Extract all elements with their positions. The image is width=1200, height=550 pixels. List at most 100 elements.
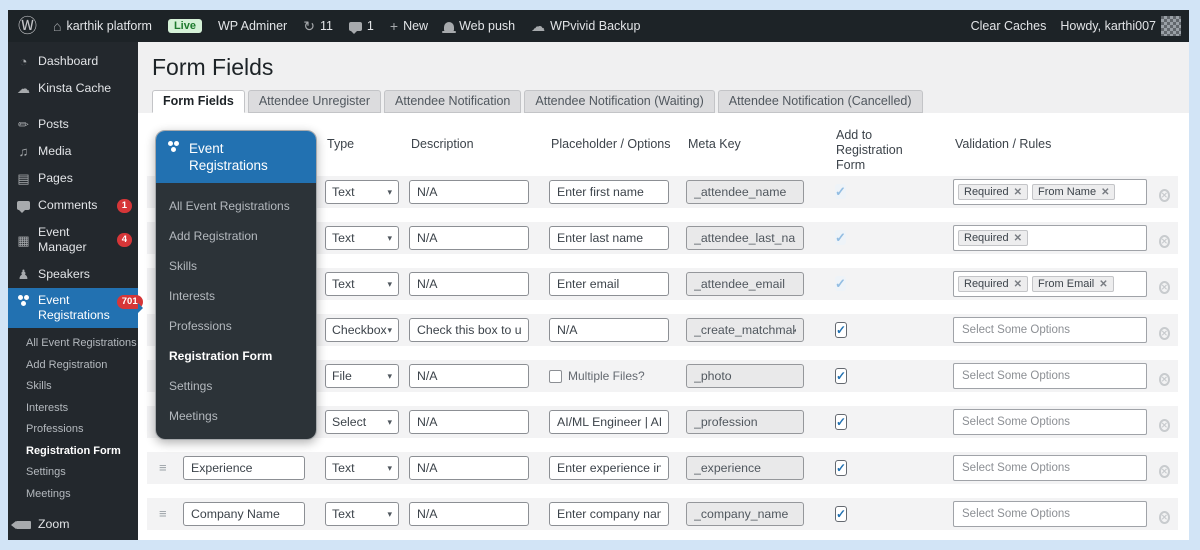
- sidebar-subitem-professions[interactable]: Professions: [8, 419, 138, 441]
- chip-remove-icon[interactable]: ✕: [1014, 279, 1022, 290]
- flyout-item-interests[interactable]: Interests: [156, 281, 316, 311]
- field-placeholder-input[interactable]: [549, 226, 669, 250]
- field-description-input[interactable]: [409, 226, 529, 250]
- sidebar-subitem-all-event-registrations[interactable]: All Event Registrations: [8, 333, 138, 355]
- sidebar-subitem-add-registration[interactable]: Add Registration: [8, 355, 138, 377]
- flyout-item-meetings[interactable]: Meetings: [156, 401, 316, 431]
- chip-remove-icon[interactable]: ✕: [1014, 233, 1022, 244]
- validation-rules-multiselect[interactable]: Required ✕ From Name ✕: [953, 179, 1147, 205]
- wp-adminer-menu[interactable]: WP Adminer: [218, 19, 287, 33]
- field-meta-key-input[interactable]: [686, 180, 804, 204]
- sidebar-item-event-manager[interactable]: ▦ Event Manager 4: [8, 219, 138, 261]
- sidebar-subitem-settings[interactable]: Settings: [8, 462, 138, 484]
- add-to-form-checkbox[interactable]: ✓: [835, 460, 848, 476]
- flyout-item-settings[interactable]: Settings: [156, 371, 316, 401]
- remove-field-button[interactable]: ✕: [1159, 465, 1170, 478]
- field-type-select[interactable]: Text ▾: [325, 180, 399, 204]
- field-type-select[interactable]: Text ▾: [325, 502, 399, 526]
- field-description-input[interactable]: [409, 456, 529, 480]
- validation-rules-multiselect[interactable]: Select Some Options: [953, 501, 1147, 527]
- field-meta-key-input[interactable]: [686, 226, 804, 250]
- field-description-input[interactable]: [409, 502, 529, 526]
- validation-rules-multiselect[interactable]: Select Some Options: [953, 317, 1147, 343]
- validation-rules-multiselect[interactable]: Required ✕ From Email ✕: [953, 271, 1147, 297]
- chip-remove-icon[interactable]: ✕: [1099, 279, 1107, 290]
- field-placeholder-input[interactable]: [549, 318, 669, 342]
- field-meta-key-input[interactable]: [686, 410, 804, 434]
- chip-remove-icon[interactable]: ✕: [1014, 187, 1022, 198]
- wpvivid-backup-menu[interactable]: ☁ WPvivid Backup: [531, 19, 640, 33]
- remove-field-button[interactable]: ✕: [1159, 419, 1170, 432]
- flyout-item-registration-form[interactable]: Registration Form: [156, 341, 316, 371]
- field-placeholder-input[interactable]: [549, 272, 669, 296]
- flyout-item-all-event-registrations[interactable]: All Event Registrations: [156, 191, 316, 221]
- field-type-select[interactable]: File ▾: [325, 364, 399, 388]
- tab-attendee-notification-cancelled[interactable]: Attendee Notification (Cancelled): [717, 90, 923, 113]
- sidebar-item-event-migration[interactable]: ↥Event Migration: [8, 538, 138, 540]
- field-description-input[interactable]: [409, 410, 529, 434]
- sidebar-subitem-interests[interactable]: Interests: [8, 398, 138, 420]
- drag-handle[interactable]: ≡: [159, 506, 167, 521]
- field-description-input[interactable]: [409, 180, 529, 204]
- sidebar-subitem-meetings[interactable]: Meetings: [8, 484, 138, 506]
- sidebar-item-posts[interactable]: ✏ Posts: [8, 111, 138, 138]
- add-to-form-checkbox[interactable]: ✓: [835, 368, 848, 384]
- field-type-select[interactable]: Text ▾: [325, 226, 399, 250]
- field-meta-key-input[interactable]: [686, 456, 804, 480]
- my-account-menu[interactable]: Howdy, karthi007: [1060, 16, 1181, 36]
- field-placeholder-input[interactable]: [549, 502, 669, 526]
- field-meta-key-input[interactable]: [686, 318, 804, 342]
- sidebar-subitem-registration-form[interactable]: Registration Form: [8, 441, 138, 463]
- remove-field-button[interactable]: ✕: [1159, 235, 1170, 248]
- web-push-menu[interactable]: Web push: [442, 19, 515, 33]
- remove-field-button[interactable]: ✕: [1159, 327, 1170, 340]
- add-to-form-checkbox[interactable]: ✓: [835, 322, 848, 338]
- sidebar-item-zoom[interactable]: Zoom: [8, 511, 138, 538]
- chip-remove-icon[interactable]: ✕: [1101, 187, 1109, 198]
- tab-attendee-notification-waiting[interactable]: Attendee Notification (Waiting): [524, 90, 715, 113]
- comments-menu[interactable]: 1: [348, 19, 374, 34]
- field-placeholder-input[interactable]: [549, 180, 669, 204]
- clear-caches-button[interactable]: Clear Caches: [971, 19, 1047, 33]
- field-meta-key-input[interactable]: [686, 502, 804, 526]
- sidebar-item-media[interactable]: ♫ Media: [8, 138, 138, 165]
- sidebar-item-event-registrations[interactable]: Event Registrations 701: [8, 288, 143, 328]
- tab-attendee-notification[interactable]: Attendee Notification: [384, 90, 522, 113]
- new-content-menu[interactable]: + New: [390, 19, 428, 33]
- field-label-input[interactable]: [183, 456, 305, 480]
- wp-logo-menu[interactable]: Ⓦ: [18, 17, 37, 36]
- field-type-select[interactable]: Checkbox ▾: [325, 318, 399, 342]
- field-meta-key-input[interactable]: [686, 364, 804, 388]
- site-name-menu[interactable]: ⌂ karthik platform: [53, 19, 152, 33]
- field-meta-key-input[interactable]: [686, 272, 804, 296]
- field-placeholder-input[interactable]: [549, 410, 669, 434]
- sidebar-item-comments[interactable]: Comments 1: [8, 192, 138, 219]
- updates-menu[interactable]: ↻ 11: [303, 19, 333, 33]
- multiple-files-checkbox[interactable]: [549, 369, 562, 383]
- field-type-select[interactable]: Text ▾: [325, 272, 399, 296]
- add-to-form-checkbox[interactable]: ✓: [835, 506, 848, 522]
- sidebar-subitem-skills[interactable]: Skills: [8, 376, 138, 398]
- validation-rules-multiselect[interactable]: Required ✕: [953, 225, 1147, 251]
- validation-rules-multiselect[interactable]: Select Some Options: [953, 409, 1147, 435]
- validation-rules-multiselect[interactable]: Select Some Options: [953, 455, 1147, 481]
- tab-form-fields[interactable]: Form Fields: [152, 90, 245, 113]
- sidebar-item-kinsta-cache[interactable]: ☁ Kinsta Cache: [8, 75, 138, 102]
- flyout-item-skills[interactable]: Skills: [156, 251, 316, 281]
- drag-handle[interactable]: ≡: [159, 460, 167, 475]
- tab-attendee-unregister[interactable]: Attendee Unregister: [247, 90, 382, 113]
- field-placeholder-input[interactable]: [549, 456, 669, 480]
- flyout-item-add-registration[interactable]: Add Registration: [156, 221, 316, 251]
- remove-field-button[interactable]: ✕: [1159, 281, 1170, 294]
- field-description-input[interactable]: [409, 364, 529, 388]
- sidebar-item-dashboard[interactable]: ◔ Dashboard: [8, 48, 138, 75]
- field-description-input[interactable]: [409, 272, 529, 296]
- field-type-select[interactable]: Select ▾: [325, 410, 399, 434]
- add-to-form-checkbox[interactable]: ✓: [835, 414, 848, 430]
- remove-field-button[interactable]: ✕: [1159, 373, 1170, 386]
- remove-field-button[interactable]: ✕: [1159, 189, 1170, 202]
- remove-field-button[interactable]: ✕: [1159, 511, 1170, 524]
- validation-rules-multiselect[interactable]: Select Some Options: [953, 363, 1147, 389]
- flyout-header[interactable]: Event Registrations: [156, 131, 316, 183]
- field-description-input[interactable]: [409, 318, 529, 342]
